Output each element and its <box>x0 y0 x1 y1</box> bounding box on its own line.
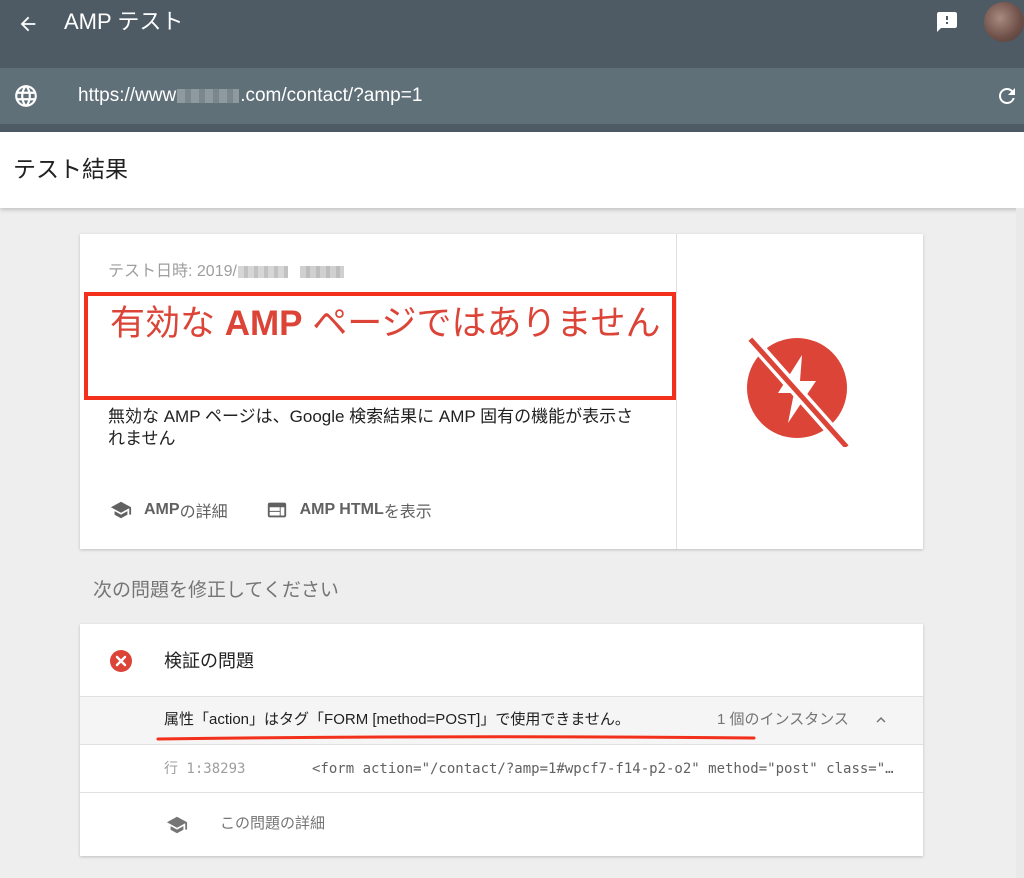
verdict-highlight: 有効な AMP ページではありません <box>84 292 676 400</box>
line-number: 行 1:38293 <box>164 761 246 777</box>
results-header: テスト結果 <box>0 132 1024 208</box>
test-date: テスト日時: 2019/ <box>108 262 344 282</box>
redacted-date <box>237 265 288 278</box>
school-icon <box>164 813 190 837</box>
verdict-amp: AMP <box>224 304 303 343</box>
url-bar-divider <box>0 124 1024 132</box>
app-title: AMP テスト <box>64 9 184 34</box>
status-actions: AMP の詳細 AMP HTML を表示 <box>108 498 468 522</box>
verdict-text: 有効な AMP ページではありません <box>110 302 670 346</box>
error-circle-icon <box>110 650 132 672</box>
issue-section-title: 検証の問題 <box>164 651 254 671</box>
globe-icon <box>12 82 40 110</box>
view-amp-html-bold: AMP HTML <box>299 501 384 518</box>
redacted-domain <box>177 88 240 103</box>
arrow-back-icon[interactable] <box>12 8 44 40</box>
url-bar: https://www .com/contact/?amp=1 <box>0 68 1024 124</box>
url-field[interactable]: https://www .com/contact/?amp=1 <box>78 84 422 108</box>
issue-details-label: この問題の詳細 <box>220 815 326 832</box>
fix-issues-heading: 次の問題を修正してください <box>93 580 339 601</box>
redacted-time <box>299 265 344 278</box>
url-prefix: https://www <box>78 85 177 106</box>
issue-details-link[interactable]: この問題の詳細 <box>80 793 923 856</box>
feedback-icon[interactable] <box>933 8 961 36</box>
issue-section-header: 検証の問題 <box>80 624 923 697</box>
verdict-suffix: ページではありません <box>302 304 661 343</box>
view-amp-html-rest: を表示 <box>383 504 432 521</box>
reload-icon[interactable] <box>992 82 1022 110</box>
user-avatar[interactable] <box>984 2 1024 42</box>
source-code-snippet: <form action="/contact/?amp=1#wpcf7-f14-… <box>312 761 902 777</box>
amp-details-link[interactable]: AMP の詳細 <box>108 498 228 522</box>
web-page-icon <box>264 498 290 522</box>
view-amp-html-link[interactable]: AMP HTML を表示 <box>264 498 432 522</box>
instance-count: 1 個のインスタンス <box>717 711 849 728</box>
status-card: テスト日時: 2019/ 有効な AMP ページではありません 無効な AMP … <box>80 234 923 549</box>
chevron-up-icon[interactable] <box>870 709 892 731</box>
issues-card: 検証の問題 属性「action」はタグ「FORM [method=POST]」で… <box>80 624 923 856</box>
issue-instance-row: 行 1:38293 <form action="/contact/?amp=1#… <box>80 745 923 793</box>
url-suffix: .com/contact/?amp=1 <box>240 85 423 106</box>
test-date-label: テスト日時: 2019/ <box>108 263 237 280</box>
results-title: テスト結果 <box>13 156 128 182</box>
status-badge <box>678 234 923 549</box>
amp-invalid-icon <box>746 336 849 447</box>
scrollbar[interactable] <box>1016 208 1024 878</box>
amp-details-bold: AMP <box>144 501 180 518</box>
school-icon <box>108 498 134 522</box>
issue-item[interactable]: 属性「action」はタグ「FORM [method=POST]」で使用できませ… <box>80 697 923 745</box>
issue-message: 属性「action」はタグ「FORM [method=POST]」で使用できませ… <box>164 711 630 728</box>
verdict-description: 無効な AMP ページは、Google 検索結果に AMP 固有の機能が表示され… <box>108 407 634 448</box>
status-summary: テスト日時: 2019/ 有効な AMP ページではありません 無効な AMP … <box>80 234 677 549</box>
app-bar: AMP テスト <box>0 0 1024 68</box>
red-underline-annotation <box>156 735 756 741</box>
verdict-prefix: 有効な <box>110 304 225 343</box>
amp-details-rest: の詳細 <box>179 504 228 521</box>
